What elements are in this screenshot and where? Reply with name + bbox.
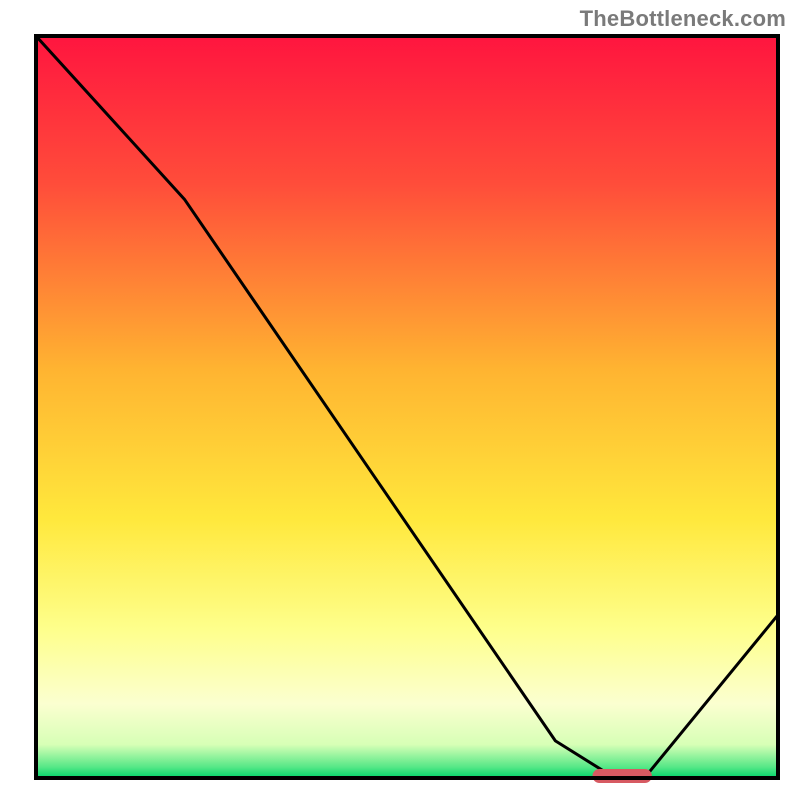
chart-stage: TheBottleneck.com	[0, 0, 800, 800]
gradient-background	[36, 36, 778, 778]
plot-area	[36, 36, 778, 783]
watermark-text: TheBottleneck.com	[580, 6, 786, 32]
bottleneck-chart	[0, 0, 800, 800]
